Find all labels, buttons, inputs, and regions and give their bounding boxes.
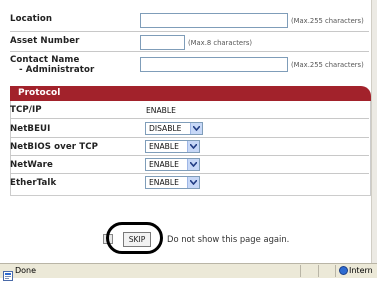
- protocol-row-label: NetWare: [10, 160, 53, 170]
- contact-name-label-line1: Contact Name: [10, 55, 80, 65]
- divider: [10, 51, 369, 52]
- location-note: (Max.255 characters): [291, 17, 364, 25]
- tcpip-value: ENABLE: [146, 106, 176, 115]
- protocol-row-label: TCP/IP: [10, 105, 42, 115]
- divider: [10, 31, 369, 32]
- asset-number-label: Asset Number: [10, 36, 80, 46]
- status-bar: Done Intern: [0, 263, 377, 281]
- protocol-title: Protocol: [18, 88, 61, 98]
- netbios-selected-value: ENABLE: [149, 142, 179, 151]
- page-done-icon: [3, 266, 13, 281]
- divider: [10, 155, 369, 156]
- netware-select[interactable]: ENABLE: [145, 158, 200, 171]
- location-input[interactable]: [140, 13, 288, 28]
- ethertalk-selected-value: ENABLE: [149, 178, 179, 187]
- security-zone-text: Intern: [349, 266, 373, 275]
- netware-selected-value: ENABLE: [149, 160, 179, 169]
- status-separator: [318, 265, 319, 277]
- netbios-select[interactable]: ENABLE: [145, 140, 200, 153]
- contact-name-label-line2: - Administrator: [19, 65, 95, 75]
- chevron-down-icon[interactable]: [187, 177, 199, 188]
- browser-content: Location (Max.255 characters) Asset Numb…: [0, 0, 377, 263]
- do-not-show-label: Do not show this page again.: [167, 234, 290, 244]
- vertical-scrollbar[interactable]: [371, 0, 377, 263]
- contact-name-label: Contact Name - Administrator: [10, 55, 94, 75]
- status-separator: [335, 265, 336, 277]
- highlight-ring: [106, 222, 163, 254]
- chevron-down-icon[interactable]: [187, 141, 199, 152]
- location-label: Location: [10, 14, 53, 24]
- protocol-row-label: NetBIOS over TCP: [10, 142, 98, 152]
- ethertalk-select[interactable]: ENABLE: [145, 176, 200, 189]
- chevron-down-icon[interactable]: [187, 159, 199, 170]
- status-text: Done: [15, 266, 37, 275]
- contact-name-note: (Max.255 characters): [291, 61, 364, 69]
- chevron-down-icon[interactable]: [190, 123, 202, 134]
- divider: [10, 137, 369, 138]
- divider: [10, 173, 369, 174]
- contact-name-input[interactable]: [140, 57, 288, 72]
- protocol-row-label: NetBEUI: [10, 124, 51, 134]
- divider: [10, 118, 369, 119]
- protocol-header: Protocol: [10, 86, 371, 101]
- asset-number-note: (Max.8 characters): [188, 39, 253, 47]
- netbeui-selected-value: DISABLE: [149, 124, 182, 133]
- internet-zone-icon: [339, 266, 348, 275]
- protocol-row-label: EtherTalk: [10, 178, 57, 188]
- netbeui-select[interactable]: DISABLE: [145, 122, 203, 135]
- status-separator: [300, 265, 301, 277]
- asset-number-input[interactable]: [140, 35, 185, 50]
